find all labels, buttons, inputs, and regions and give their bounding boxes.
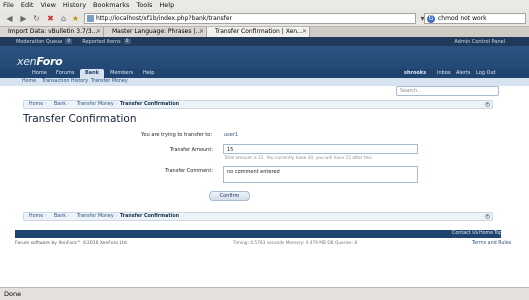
- menu-history[interactable]: History: [63, 1, 86, 9]
- moderator-bar: Moderation Queue 0 Reported Items 0 Admi…: [0, 37, 529, 46]
- nav-tab-help[interactable]: Help: [138, 69, 159, 78]
- menu-view[interactable]: View: [40, 1, 55, 9]
- status-text: Done: [4, 290, 22, 298]
- menu-edit[interactable]: Edit: [21, 1, 34, 9]
- menu-bookmarks[interactable]: Bookmarks: [93, 1, 129, 9]
- subnav-transaction-history[interactable]: Transaction History: [42, 78, 88, 86]
- page-title: Transfer Confirmation: [23, 113, 137, 125]
- confirm-button[interactable]: Confirm: [209, 191, 250, 201]
- moderation-queue-label: Moderation Queue: [16, 38, 63, 45]
- url-text: http://localhost/xf1b/index.php?bank/tra…: [96, 15, 233, 22]
- breadcrumb-separator-icon: ›: [66, 214, 70, 219]
- breadcrumb-bank[interactable]: Bank ›: [51, 101, 73, 108]
- close-icon[interactable]: ✕: [302, 27, 307, 37]
- menu-tools[interactable]: Tools: [136, 1, 152, 9]
- web-search-box[interactable]: G chmod not work: [424, 13, 526, 24]
- stop-icon[interactable]: ✖: [45, 13, 56, 24]
- terms-link[interactable]: Terms and Rules: [472, 241, 511, 246]
- reported-items-label: Reported Items: [82, 38, 121, 45]
- breadcrumb-bottom: Home › Bank › Transfer Money › Transfer …: [23, 212, 493, 221]
- reported-count-badge: 0: [123, 39, 131, 44]
- browser-menubar: File Edit View History Bookmarks Tools H…: [0, 0, 529, 10]
- logout-link[interactable]: Log Out: [476, 69, 496, 78]
- tab-label: Transfer Confirmation | Xen...: [215, 28, 303, 35]
- page-viewport: Moderation Queue 0 Reported Items 0 Admi…: [0, 37, 529, 287]
- forum-search-input[interactable]: Search...: [396, 86, 499, 96]
- browser-status-bar: Done: [0, 287, 529, 300]
- moderation-count-badge: 0: [65, 39, 73, 44]
- transfer-to-user-link[interactable]: user1: [224, 132, 238, 138]
- user-menu[interactable]: shrooks: [404, 69, 426, 78]
- close-icon[interactable]: ✕: [96, 27, 101, 37]
- menu-file[interactable]: File: [3, 1, 14, 9]
- search-engine-icon: G: [427, 15, 435, 23]
- reported-items-link[interactable]: Reported Items 0: [82, 38, 131, 45]
- tab-transfer-confirmation[interactable]: Transfer Confirmation | Xen... ✕: [207, 27, 310, 37]
- nav-tab-home[interactable]: Home: [27, 69, 52, 78]
- browser-toolbar: ◀ ▶ ↻ ✖ ⌂ ★ http://localhost/xf1b/index.…: [0, 10, 529, 27]
- home-icon[interactable]: ⌂: [58, 13, 69, 24]
- tab-strip: Import Data: vBulletin 3.7/3... ✕ Master…: [0, 27, 529, 37]
- footer-top-link[interactable]: Top: [494, 230, 502, 238]
- footer-debug-info: Timing: 0.5783 seconds Memory: 4.479 MB …: [233, 241, 358, 246]
- xenforo-logo[interactable]: xenForo: [17, 55, 63, 68]
- breadcrumb-jump-icon[interactable]: ▾: [485, 102, 490, 107]
- web-search-text: chmod not work: [438, 15, 487, 22]
- tab-label: Import Data: vBulletin 3.7/3...: [8, 28, 98, 35]
- nav-tab-members[interactable]: Members: [105, 69, 138, 78]
- transfer-to-label: You are trying to transfer to:: [141, 132, 212, 138]
- alerts-link[interactable]: Alerts: [456, 69, 471, 78]
- tab-import-data[interactable]: Import Data: vBulletin 3.7/3... ✕: [0, 27, 104, 37]
- breadcrumb-transfer-money[interactable]: Transfer Money ›: [74, 101, 120, 108]
- breadcrumb-bank[interactable]: Bank ›: [51, 213, 73, 220]
- footer-bar: Contact Us Home Top: [15, 230, 502, 238]
- forward-icon[interactable]: ▶: [18, 13, 29, 24]
- logo-text-a: xen: [17, 55, 37, 68]
- transfer-amount-hint: Total amount is 15. You currently have 3…: [224, 156, 374, 161]
- breadcrumb-transfer-confirmation: Transfer Confirmation: [120, 214, 180, 219]
- logo-text-b: Foro: [36, 55, 63, 68]
- back-icon[interactable]: ◀: [4, 13, 15, 24]
- tab-master-language[interactable]: Master Language: Phrases |... ✕: [104, 27, 207, 37]
- breadcrumb-separator-icon: ›: [43, 214, 47, 219]
- transfer-amount-label: Transfer Amount:: [169, 147, 213, 153]
- menu-help[interactable]: Help: [159, 1, 174, 9]
- breadcrumb-transfer-money[interactable]: Transfer Money ›: [74, 213, 120, 220]
- nav-tab-forums[interactable]: Forums: [51, 69, 79, 78]
- close-icon[interactable]: ✕: [199, 27, 204, 37]
- transfer-comment-field[interactable]: no comment entered: [223, 166, 418, 183]
- breadcrumb-separator-icon: ›: [66, 102, 70, 107]
- nav-tab-bank[interactable]: Bank: [80, 69, 105, 78]
- breadcrumb-jump-icon[interactable]: ▾: [485, 214, 490, 219]
- breadcrumb-home[interactable]: Home ›: [26, 101, 50, 108]
- footer-home-link[interactable]: Home: [479, 230, 493, 238]
- site-favicon-icon: [87, 15, 94, 22]
- inbox-link[interactable]: Inbox: [437, 69, 451, 78]
- bank-subnav: Home Transaction History Transfer Money: [0, 78, 529, 86]
- moderation-queue-link[interactable]: Moderation Queue 0: [16, 38, 73, 45]
- footer-contact-link[interactable]: Contact Us: [452, 230, 478, 238]
- main-nav: Home Forums Bank Members Help shrooks In…: [0, 69, 529, 78]
- breadcrumb-home[interactable]: Home ›: [26, 213, 50, 220]
- breadcrumb: Home › Bank › Transfer Money › Transfer …: [23, 100, 493, 109]
- transfer-amount-field[interactable]: 15: [223, 144, 418, 154]
- bookmark-icon[interactable]: ★: [70, 13, 81, 24]
- reload-icon[interactable]: ↻: [31, 13, 42, 24]
- breadcrumb-separator-icon: ›: [43, 102, 47, 107]
- subnav-transfer-money[interactable]: Transfer Money: [91, 78, 128, 86]
- breadcrumb-transfer-confirmation: Transfer Confirmation: [120, 102, 180, 107]
- tab-label: Master Language: Phrases |...: [112, 28, 202, 35]
- url-bar[interactable]: http://localhost/xf1b/index.php?bank/tra…: [84, 13, 416, 24]
- transfer-comment-label: Transfer Comment:: [165, 168, 213, 174]
- subnav-home[interactable]: Home: [22, 78, 36, 86]
- admin-panel-link[interactable]: Admin Control Panel: [454, 39, 505, 45]
- footer-copyright: Forum software by XenForo™ ©2010 XenForo…: [15, 241, 129, 246]
